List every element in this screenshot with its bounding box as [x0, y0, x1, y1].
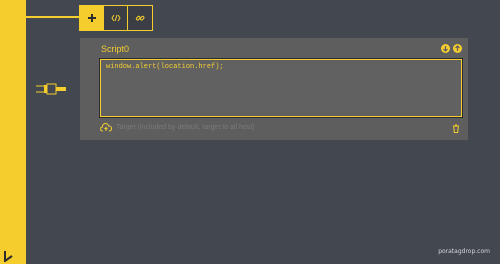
- script-title[interactable]: Script0: [101, 44, 129, 54]
- add-script-button[interactable]: [80, 6, 104, 30]
- code-icon: [110, 14, 121, 22]
- code-button[interactable]: [104, 6, 128, 30]
- move-up-icon[interactable]: [453, 44, 462, 53]
- plug-connector-icon: [36, 83, 66, 95]
- logo-icon: [4, 251, 13, 262]
- target-input[interactable]: Target (Included by default, target to a…: [116, 124, 255, 131]
- watermark: poratagdrop.com: [438, 248, 490, 255]
- toolbar: [79, 5, 153, 31]
- cloud-upload-icon[interactable]: [100, 123, 112, 132]
- code-editor[interactable]: window.alert(location.href);: [99, 58, 463, 118]
- sidebar: [0, 0, 26, 264]
- trash-icon[interactable]: [452, 124, 460, 133]
- script-panel: Script0 window.alert(location.href); Tar…: [80, 38, 468, 140]
- move-down-icon[interactable]: [441, 44, 450, 53]
- target-row: Target (Included by default, target to a…: [100, 123, 255, 132]
- connector-line: [26, 16, 79, 18]
- link-icon: [135, 15, 145, 21]
- panel-actions: [441, 44, 462, 53]
- link-button[interactable]: [128, 6, 152, 30]
- add-icon: [87, 14, 96, 22]
